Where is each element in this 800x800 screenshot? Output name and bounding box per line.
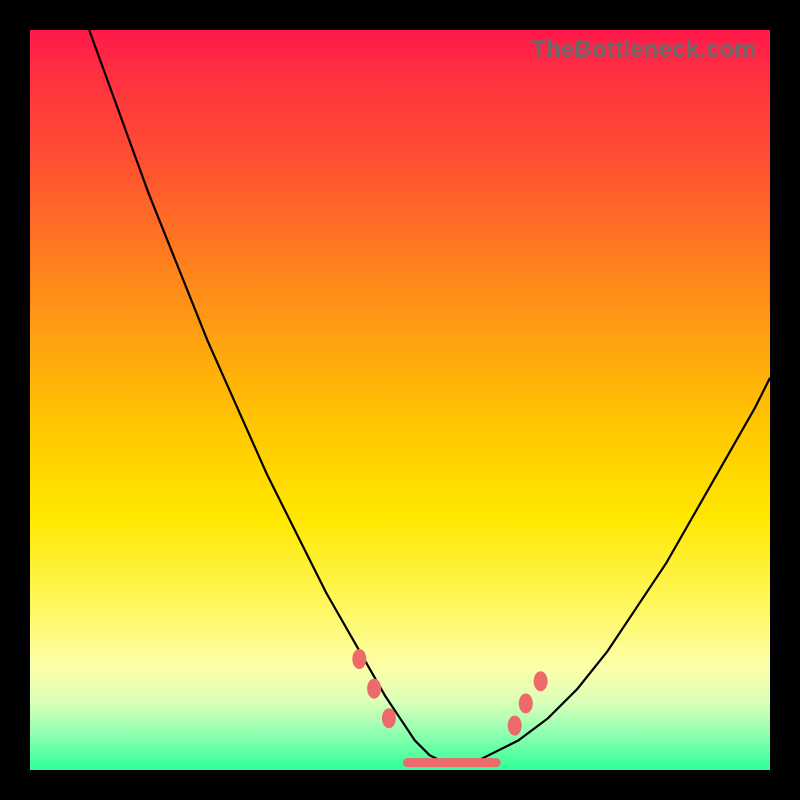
chart-frame: TheBottleneck.com xyxy=(0,0,800,800)
curve-marker xyxy=(352,649,366,669)
curve-marker xyxy=(519,693,533,713)
markers-left-group xyxy=(352,649,396,728)
markers-right-group xyxy=(508,671,548,735)
curve-marker xyxy=(534,671,548,691)
curve-marker xyxy=(508,716,522,736)
bottleneck-curve xyxy=(89,30,770,763)
curve-svg xyxy=(30,30,770,770)
plot-area: TheBottleneck.com xyxy=(30,30,770,770)
curve-marker xyxy=(382,708,396,728)
curve-marker xyxy=(367,679,381,699)
